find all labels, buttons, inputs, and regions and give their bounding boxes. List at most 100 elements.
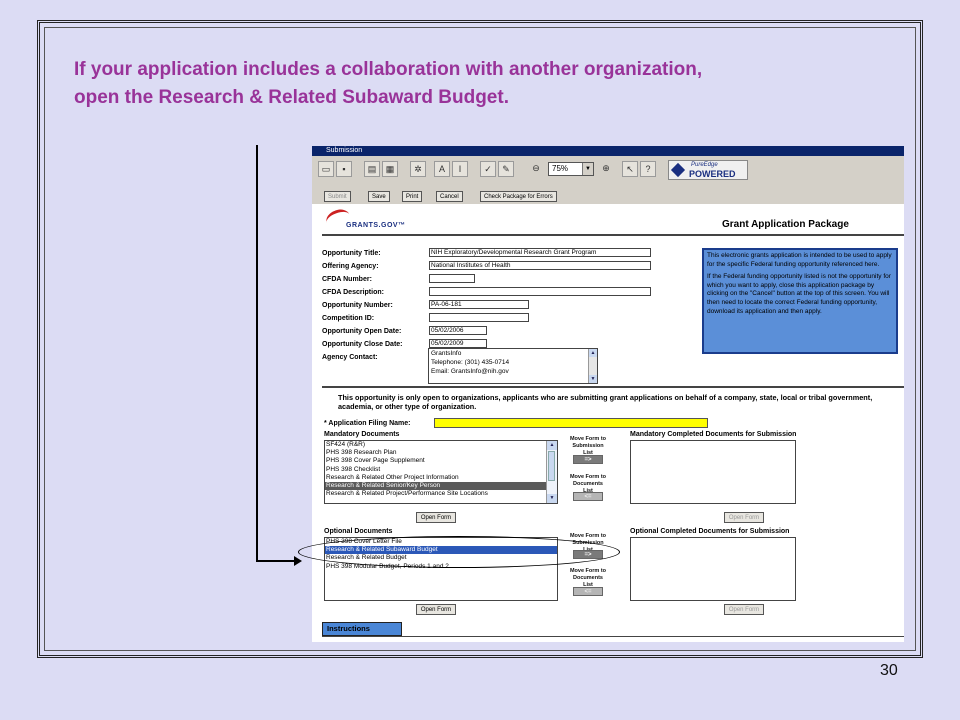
font-icon[interactable]: A [434,161,450,177]
opportunity-title-label: Opportunity Title: [322,250,381,257]
pointer-help-icon[interactable]: ↖ [622,161,638,177]
scroll-down-icon[interactable]: ▼ [547,494,557,503]
list-item[interactable]: PHS 398 Cover Page Supplement [325,457,557,465]
check-icon[interactable]: ✓ [480,161,496,177]
list-item[interactable]: PHS 398 Checklist [325,466,557,474]
package-title: Grant Application Package [722,219,849,230]
move-to-documents-button[interactable]: <= [573,492,603,501]
open-date-field[interactable]: 05/02/2006 [429,326,487,335]
grants-gov-logo: GRANTS.GOV™ [322,206,432,236]
optional-documents-title: Optional Documents [324,528,393,535]
callout-arrow-icon [294,556,302,566]
optional-completed-title: Optional Completed Documents for Submiss… [630,528,790,535]
mandatory-list-scrollbar[interactable]: ▲ ▼ [546,441,557,503]
offering-agency-label: Offering Agency: [322,263,379,270]
mandatory-completed-list[interactable] [630,440,796,504]
settings-icon[interactable]: ✲ [410,161,426,177]
mandatory-completed-title: Mandatory Completed Documents for Submis… [630,431,797,438]
slide-number: 30 [880,662,898,679]
scroll-down-icon[interactable]: ▼ [589,375,597,383]
list-item[interactable]: SF424 (R&R) [325,441,557,449]
agency-contact-line-3: Email: GrantsInfo@nih.gov [431,368,509,375]
list-item[interactable]: PHS 398 Research Plan [325,449,557,457]
cfda-number-field[interactable] [429,274,475,283]
submit-button[interactable]: Submit [324,191,351,202]
scroll-thumb[interactable] [548,451,555,481]
opportunity-number-field[interactable]: PA-06-181 [429,300,529,309]
pureedge-mark-icon [670,162,686,178]
slide-title: If your application includes a collabora… [74,56,894,112]
offering-agency-field[interactable]: National Institutes of Health [429,261,651,270]
save-icon[interactable]: ▪ [336,161,352,177]
slide-title-line-2: open the Research & Related Subaward Bud… [74,87,509,108]
zoom-value: 75% [552,164,569,173]
window-titlebar: Submission [312,146,904,156]
open-icon[interactable]: ▭ [318,161,334,177]
pureedge-logo-top: PureEdge [691,162,718,168]
help-icon[interactable]: ? [640,161,656,177]
mandatory-open-form-button[interactable]: Open Form [416,512,456,523]
info-box: This electronic grants application is in… [702,248,898,354]
mandatory-completed-open-form-button[interactable]: Open Form [724,512,764,523]
list-item[interactable]: Research & Related Project/Performance S… [325,490,557,498]
optional-open-form-button[interactable]: Open Form [416,604,456,615]
filing-name-label: * Application Filing Name: [324,420,411,427]
optional-move-to-documents-label: Move Form to Documents List [569,568,607,588]
zoom-in-icon[interactable]: ⊕ [598,161,614,177]
text-icon[interactable]: I [452,161,468,177]
opportunity-number-label: Opportunity Number: [322,302,393,309]
grants-gov-logo-text: GRANTS.GOV™ [346,222,406,229]
mandatory-documents-list[interactable]: SF424 (R&R) PHS 398 Research Plan PHS 39… [324,440,558,504]
print-button[interactable]: Print [402,191,423,202]
competition-id-field[interactable] [429,313,529,322]
close-date-field[interactable]: 05/02/2009 [429,339,487,348]
slide-title-line-1: If your application includes a collabora… [74,59,703,80]
agency-contact-line-2: Telephone: (301) 435-0714 [431,359,510,366]
instructions-tab[interactable]: Instructions [322,622,402,636]
instructions-divider [322,636,904,637]
list-item[interactable]: Research & Related Other Project Informa… [325,474,557,482]
callout-connector-vertical [256,145,258,561]
cancel-button[interactable]: Cancel [436,191,463,202]
scroll-up-icon[interactable]: ▲ [547,441,557,450]
agency-contact-scrollbar[interactable]: ▲ ▼ [588,349,597,383]
signature-icon[interactable]: ✎ [498,161,514,177]
mandatory-documents-title: Mandatory Documents [324,431,400,438]
cfda-number-label: CFDA Number: [322,276,372,283]
optional-completed-open-form-button[interactable]: Open Form [724,604,764,615]
cfda-description-label: CFDA Description: [322,289,384,296]
header-divider [322,234,904,236]
close-date-label: Opportunity Close Date: [322,341,403,348]
competition-id-label: Competition ID: [322,315,375,322]
info-box-para-1: This electronic grants application is in… [707,252,892,268]
cfda-description-field[interactable] [429,287,651,296]
grants-app-screenshot: Submission ▭ ▪ ▤ ▦ ✲ A I ✓ ✎ ⊖ 75% ▼ ⊕ ↖… [312,146,904,642]
agency-contact-label: Agency Contact: [322,354,378,361]
pureedge-logo: PureEdge POWERED [668,160,748,180]
move-to-submission-button[interactable]: => [573,455,603,464]
viewer-toolbar: ▭ ▪ ▤ ▦ ✲ A I ✓ ✎ ⊖ 75% ▼ ⊕ ↖ ? PureEdge… [312,156,904,185]
callout-connector-horizontal [256,560,296,562]
filing-name-input[interactable] [434,418,708,428]
chevron-down-icon: ▼ [582,163,593,175]
open-date-label: Opportunity Open Date: [322,328,402,335]
agency-contact-field[interactable]: GrantsInfo Telephone: (301) 435-0714 Ema… [428,348,598,384]
list-item[interactable]: Research & Related Senior/Key Person [325,482,557,491]
fax-icon[interactable]: ▦ [382,161,398,177]
fields-divider [322,386,904,388]
zoom-select[interactable]: 75% ▼ [548,162,594,176]
print-icon[interactable]: ▤ [364,161,380,177]
optional-move-to-documents-button[interactable]: <= [573,587,603,596]
opportunity-title-field[interactable]: NIH Exploratory/Developmental Research G… [429,248,651,257]
move-to-submission-label: Move Form to Submission List [569,436,607,456]
eligibility-notice: This opportunity is only open to organiz… [338,393,873,411]
scroll-up-icon[interactable]: ▲ [589,349,597,357]
check-package-button[interactable]: Check Package for Errors [480,191,557,202]
info-box-para-2: If the Federal funding opportunity liste… [707,273,891,315]
optional-completed-list[interactable] [630,537,796,601]
highlight-ellipse [298,536,620,568]
action-bar [312,184,904,204]
pureedge-logo-bottom: POWERED [689,169,736,179]
zoom-out-icon[interactable]: ⊖ [528,161,544,177]
save-button[interactable]: Save [368,191,390,202]
